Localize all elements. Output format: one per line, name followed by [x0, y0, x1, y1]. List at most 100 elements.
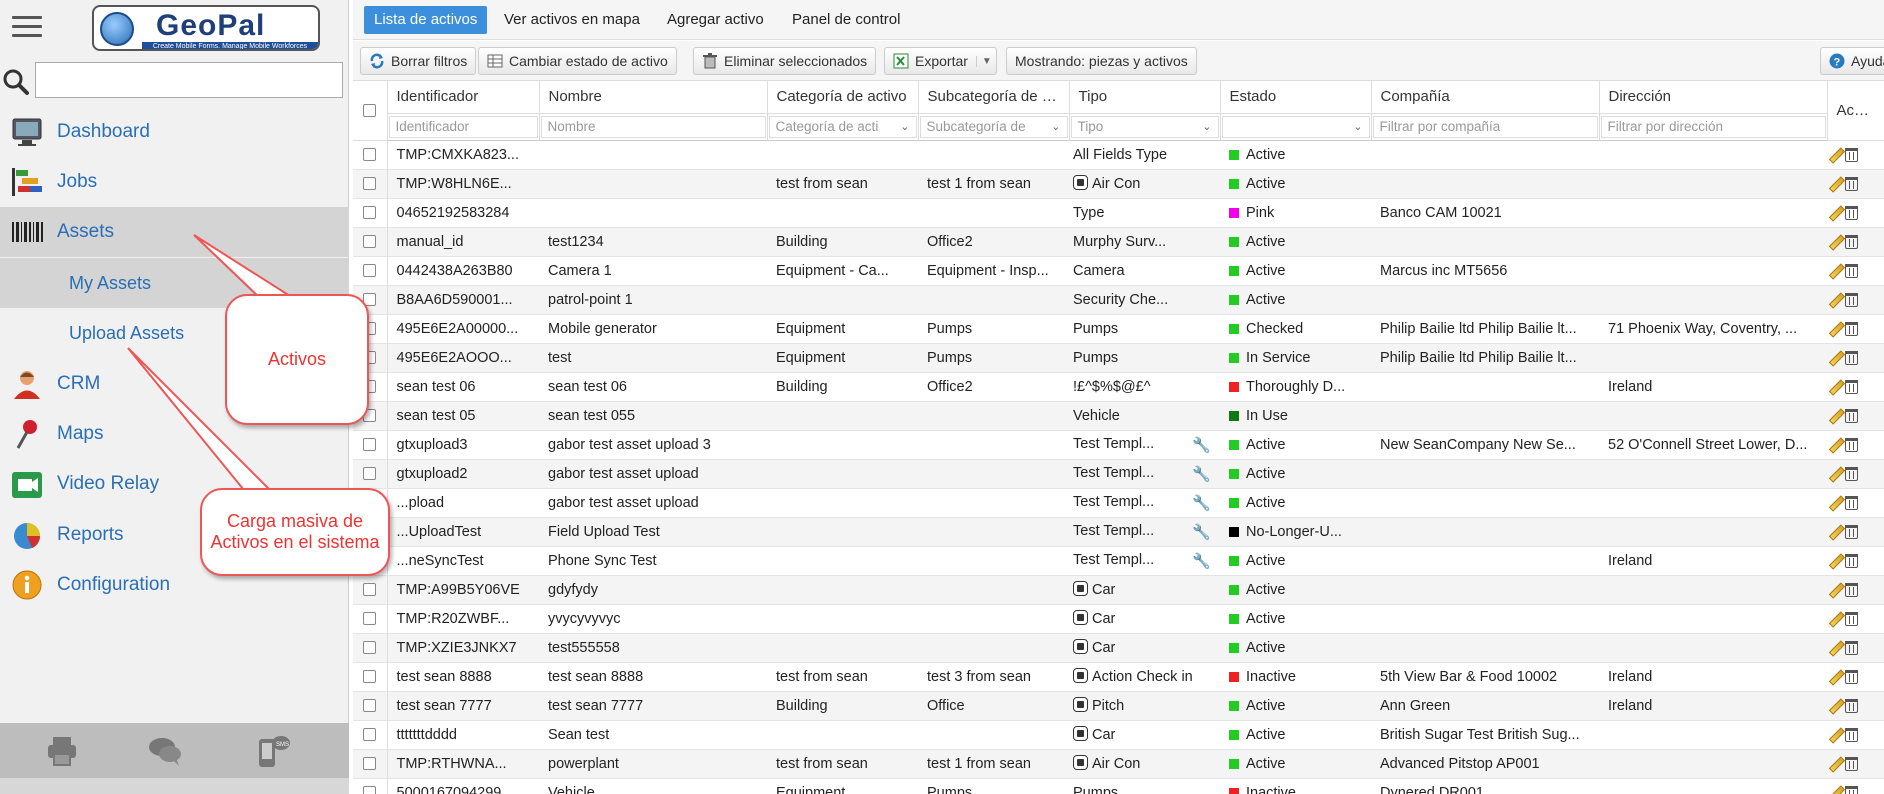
delete-trash-icon[interactable]: [1845, 524, 1858, 539]
filter-type-select[interactable]: Tipo ⌄: [1070, 115, 1219, 138]
delete-selected-button[interactable]: Eliminar seleccionados: [693, 47, 877, 75]
col-header-name[interactable]: Nombre: [539, 81, 768, 114]
tab-dashboard-panel[interactable]: Panel de control: [782, 6, 910, 34]
delete-trash-icon[interactable]: [1845, 756, 1858, 771]
delete-trash-icon[interactable]: [1845, 669, 1858, 684]
edit-pencil-icon[interactable]: [1829, 177, 1843, 191]
edit-pencil-icon[interactable]: [1829, 467, 1843, 481]
change-status-button[interactable]: Cambiar estado de activo: [478, 47, 677, 75]
delete-trash-icon[interactable]: [1845, 350, 1858, 365]
tab-assets-map[interactable]: Ver activos en mapa: [494, 6, 650, 34]
table-row[interactable]: ...pload gabor test asset upload 🔧 Test Tem…: [353, 488, 1884, 518]
row-checkbox[interactable]: [363, 438, 377, 452]
row-checkbox[interactable]: [363, 177, 377, 191]
edit-pencil-icon[interactable]: [1829, 728, 1843, 742]
row-checkbox-cell[interactable]: [353, 691, 388, 721]
export-button[interactable]: Exportar ▼: [884, 47, 997, 75]
filter-status-select[interactable]: ⌄: [1221, 115, 1370, 138]
row-checkbox[interactable]: [363, 206, 377, 220]
geopal-logo[interactable]: GeoPal Create Mobile Forms. Manage Mobil…: [92, 5, 320, 51]
row-checkbox[interactable]: [363, 641, 377, 655]
edit-pencil-icon[interactable]: [1829, 641, 1843, 655]
table-row[interactable]: 5000167094299 Vehicle Equipment Pumps Pumps I…: [353, 778, 1884, 794]
chat-icon[interactable]: [147, 733, 183, 769]
table-row[interactable]: sean test 05 sean test 055 Vehicle In Use: [353, 401, 1884, 431]
row-checkbox-cell[interactable]: [353, 227, 388, 257]
edit-pencil-icon[interactable]: [1829, 554, 1843, 568]
table-row[interactable]: 0442438A263B80 Camera 1 Equipment - Ca... E…: [353, 256, 1884, 286]
table-row[interactable]: manual_id test1234 Building Office2 Murphy S…: [353, 227, 1884, 257]
filter-subcategory-select[interactable]: Subcategoría de ⌄: [919, 115, 1068, 138]
edit-pencil-icon[interactable]: [1829, 206, 1843, 220]
edit-pencil-icon[interactable]: [1829, 699, 1843, 713]
edit-pencil-icon[interactable]: [1829, 496, 1843, 510]
edit-pencil-icon[interactable]: [1829, 235, 1843, 249]
delete-trash-icon[interactable]: [1845, 553, 1858, 568]
sidebar-item-assets[interactable]: Assets: [0, 207, 349, 257]
table-row[interactable]: gtxupload3 gabor test asset upload 3 🔧 Test…: [353, 430, 1884, 460]
delete-trash-icon[interactable]: [1845, 176, 1858, 191]
table-row[interactable]: B8AA6D590001... patrol-point 1 Security Ch…: [353, 285, 1884, 315]
table-row[interactable]: TMP:XZIE3JNKX7 test555558 Car Active: [353, 633, 1884, 663]
edit-pencil-icon[interactable]: [1829, 293, 1843, 307]
delete-trash-icon[interactable]: [1845, 727, 1858, 742]
row-checkbox[interactable]: [363, 467, 377, 481]
delete-trash-icon[interactable]: [1845, 640, 1858, 655]
row-checkbox-cell[interactable]: [353, 430, 388, 460]
row-checkbox-cell[interactable]: [353, 256, 388, 286]
row-checkbox[interactable]: [363, 786, 377, 794]
edit-pencil-icon[interactable]: [1829, 322, 1843, 336]
col-header-identifier[interactable]: Identificador: [387, 81, 540, 114]
row-checkbox[interactable]: [363, 235, 377, 249]
select-all-checkbox-cell[interactable]: [353, 81, 388, 141]
table-row[interactable]: TMP:R20ZWBF... yvycyvyvyc Car Active: [353, 604, 1884, 634]
delete-trash-icon[interactable]: [1845, 292, 1858, 307]
search-input[interactable]: [35, 62, 343, 98]
edit-pencil-icon[interactable]: [1829, 438, 1843, 452]
row-checkbox[interactable]: [363, 670, 377, 684]
row-checkbox-cell[interactable]: [353, 140, 388, 170]
table-row[interactable]: tttttttdddd Sean test Car Active British Sug…: [353, 720, 1884, 750]
table-row[interactable]: gtxupload2 gabor test asset upload 🔧 Test T…: [353, 459, 1884, 489]
delete-trash-icon[interactable]: [1845, 437, 1858, 452]
delete-trash-icon[interactable]: [1845, 379, 1858, 394]
delete-trash-icon[interactable]: [1845, 611, 1858, 626]
delete-trash-icon[interactable]: [1845, 263, 1858, 278]
sms-phone-icon[interactable]: SMS: [255, 733, 291, 769]
row-checkbox-cell[interactable]: [353, 633, 388, 663]
edit-pencil-icon[interactable]: [1829, 148, 1843, 162]
select-all-checkbox[interactable]: [363, 104, 377, 118]
clear-filters-button[interactable]: Borrar filtros: [360, 47, 477, 75]
table-row[interactable]: ...neSyncTest Phone Sync Test 🔧 Test Templ.…: [353, 546, 1884, 576]
filter-name-input[interactable]: Nombre: [540, 115, 766, 138]
edit-pencil-icon[interactable]: [1829, 612, 1843, 626]
showing-filter-button[interactable]: Mostrando: piezas y activos: [1006, 47, 1197, 75]
row-checkbox[interactable]: [363, 264, 377, 278]
tab-asset-list[interactable]: Lista de activos: [364, 6, 488, 34]
delete-trash-icon[interactable]: [1845, 466, 1858, 481]
table-row[interactable]: TMP:CMXKA823... All Fields Type Active: [353, 140, 1884, 170]
table-row[interactable]: 495E6E2AOOO... test Equipment Pumps Pumps In …: [353, 343, 1884, 373]
table-row[interactable]: TMP:RTHWNA... powerplant test from sean tes…: [353, 749, 1884, 779]
table-row[interactable]: 04652192583284 Type Pink Banco CAM 10021: [353, 198, 1884, 228]
edit-pencil-icon[interactable]: [1829, 351, 1843, 365]
edit-pencil-icon[interactable]: [1829, 786, 1843, 794]
edit-pencil-icon[interactable]: [1829, 525, 1843, 539]
delete-trash-icon[interactable]: [1845, 582, 1858, 597]
col-header-address[interactable]: Dirección: [1599, 81, 1828, 114]
filter-identifier-input[interactable]: Identificador: [388, 115, 538, 138]
table-row[interactable]: TMP:A99B5Y06VE gdyfydy Car Active: [353, 575, 1884, 605]
delete-trash-icon[interactable]: [1845, 495, 1858, 510]
row-checkbox-cell[interactable]: [353, 575, 388, 605]
table-row[interactable]: ...UploadTest Field Upload Test 🔧 Test Temp…: [353, 517, 1884, 547]
row-checkbox-cell[interactable]: [353, 662, 388, 692]
chevron-down-icon[interactable]: ▼: [975, 55, 992, 67]
table-row[interactable]: TMP:W8HLN6E... test from sean test 1 from …: [353, 169, 1884, 199]
row-checkbox[interactable]: [363, 757, 377, 771]
filter-category-select[interactable]: Categoría de acti ⌄: [768, 115, 917, 138]
edit-pencil-icon[interactable]: [1829, 583, 1843, 597]
row-checkbox-cell[interactable]: [353, 604, 388, 634]
col-header-type[interactable]: Tipo: [1069, 81, 1221, 114]
row-checkbox-cell[interactable]: [353, 198, 388, 228]
row-checkbox[interactable]: [363, 612, 377, 626]
